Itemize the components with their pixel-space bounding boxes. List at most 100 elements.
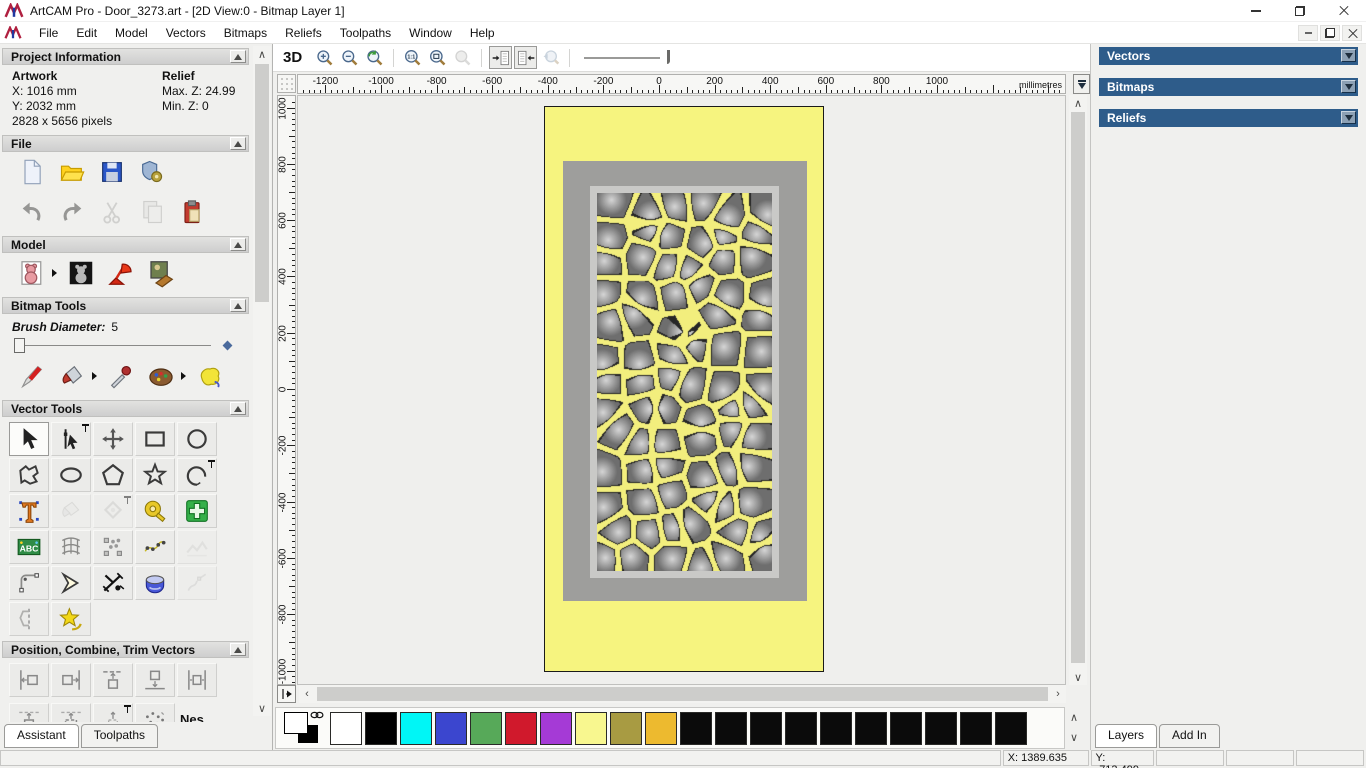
rollup-button[interactable] [230,50,246,63]
palette-scrollbar[interactable]: ∧ ∨ [1064,707,1084,749]
units-dropdown-button[interactable] [1073,74,1090,94]
align-centre-button[interactable] [177,663,217,697]
mdi-minimize-button[interactable] [1298,25,1318,41]
color-swatch-13[interactable] [785,712,817,745]
color-swatch-19[interactable] [995,712,1027,745]
close-button[interactable] [1322,0,1366,22]
section-header-vector-tools[interactable]: Vector Tools [2,400,249,417]
notes-button[interactable] [172,195,212,229]
zoom-slider[interactable] [584,48,671,68]
color-swatch-15[interactable] [855,712,887,745]
greyscale-view-button[interactable] [61,256,101,290]
texture-flow-button[interactable] [190,359,230,393]
color-swatch-16[interactable] [890,712,922,745]
color-swatch-10[interactable] [680,712,712,745]
move-to-sheet-c-button[interactable] [93,703,133,722]
paste-along-curve-button[interactable] [135,530,175,564]
scroll-down-icon[interactable]: ∨ [1069,669,1087,685]
envelope-distort-button[interactable] [51,530,91,564]
rollup-button[interactable] [230,299,246,312]
tab-toolpaths[interactable]: Toolpaths [80,724,159,748]
primary-secondary-colour-well[interactable] [284,710,332,746]
paint-button[interactable] [12,359,52,393]
offset-vectors-button[interactable] [93,494,133,528]
link-colours-icon[interactable] [310,710,324,720]
texture-relief-button[interactable] [141,256,181,290]
color-swatch-17[interactable] [925,712,957,745]
undo-button[interactable] [12,195,52,229]
minimize-button[interactable] [1234,0,1278,22]
scroll-up-icon[interactable]: ∧ [1064,707,1084,727]
scrollbar-thumb[interactable] [1071,112,1085,663]
rollup-button[interactable] [230,238,246,251]
lighting-button[interactable] [101,256,141,290]
palette-flyout-arrow[interactable] [181,359,190,393]
color-swatch-12[interactable] [750,712,782,745]
redo-button[interactable] [52,195,92,229]
create-polyline-button[interactable] [9,458,49,492]
zoom-objects-button[interactable] [426,46,449,69]
tab-layers[interactable]: Layers [1095,724,1158,748]
expand-button[interactable] [1341,111,1356,124]
wrap-vectors-button[interactable] [51,602,91,636]
create-text-button[interactable] [9,494,49,528]
scrollbar-thumb[interactable] [317,687,1048,701]
expand-button[interactable] [1341,80,1356,93]
mirror-vectors-button[interactable] [9,602,49,636]
zoom-1to1-button[interactable]: 1:1 [401,46,424,69]
color-swatch-5[interactable] [505,712,537,745]
scroll-down-icon[interactable]: ∨ [1064,727,1084,747]
menu-model[interactable]: Model [106,24,157,42]
mdi-restore-button[interactable] [1320,25,1340,41]
transform-vectors-button[interactable] [93,422,133,456]
menu-vectors[interactable]: Vectors [157,24,215,42]
panel-header-bitmaps[interactable]: Bitmaps [1099,78,1358,96]
primary-colour[interactable] [284,712,308,734]
view-3d-button[interactable]: 3D [283,49,302,66]
rollup-button[interactable] [230,137,246,150]
scroll-up-icon[interactable]: ∧ [253,46,271,62]
create-star-button[interactable] [135,458,175,492]
canvas-horizontal-scrollbar[interactable]: ‹ › [299,685,1066,703]
panel-header-reliefs[interactable]: Reliefs [1099,109,1358,127]
color-swatch-14[interactable] [820,712,852,745]
color-swatch-4[interactable] [470,712,502,745]
menu-help[interactable]: Help [461,24,504,42]
restore-button[interactable] [1278,0,1322,22]
assistant-scrollbar[interactable]: ∧ ∨ [253,46,271,716]
move-to-sheet-a-button[interactable] [9,703,49,722]
vector-texture-button[interactable] [177,530,217,564]
menu-file[interactable]: File [30,24,67,42]
toggle-side-panel-button[interactable] [514,46,538,69]
set-model-size-flyout-arrow[interactable] [52,256,61,290]
join-vectors-button[interactable] [177,566,217,600]
create-rectangle-button[interactable] [135,422,175,456]
canvas-vertical-scrollbar[interactable]: ∧ ∨ [1069,95,1087,685]
menu-edit[interactable]: Edit [67,24,106,42]
cut-button[interactable] [92,195,132,229]
spin-relief-button[interactable] [135,566,175,600]
color-swatch-7[interactable] [575,712,607,745]
section-header-position-combine-trim[interactable]: Position, Combine, Trim Vectors [2,641,249,658]
tab-assistant[interactable]: Assistant [4,724,79,748]
color-swatch-1[interactable] [365,712,397,745]
scatter-copies-button[interactable] [135,703,175,722]
zoom-previous-button[interactable] [363,46,386,69]
flood-fill-flyout-arrow[interactable] [92,359,101,393]
create-arc-button[interactable] [177,458,217,492]
brush-diameter-slider-track[interactable] [14,345,211,346]
section-header-model[interactable]: Model [2,236,249,253]
vector-pour-button[interactable] [51,494,91,528]
color-swatch-8[interactable] [610,712,642,745]
fillet-tool-button[interactable] [9,566,49,600]
expand-button[interactable] [1341,49,1356,62]
rollup-button[interactable] [230,402,246,415]
trim-vectors-button[interactable] [93,566,133,600]
align-top-button[interactable] [93,663,133,697]
toggle-assistant-panel-button[interactable] [489,46,513,69]
color-swatch-11[interactable] [715,712,747,745]
nesting-button[interactable]: Nes [176,702,208,723]
colour-picker-button[interactable] [101,359,141,393]
menu-window[interactable]: Window [400,24,461,42]
ruler-toggle-button[interactable] [277,685,296,703]
